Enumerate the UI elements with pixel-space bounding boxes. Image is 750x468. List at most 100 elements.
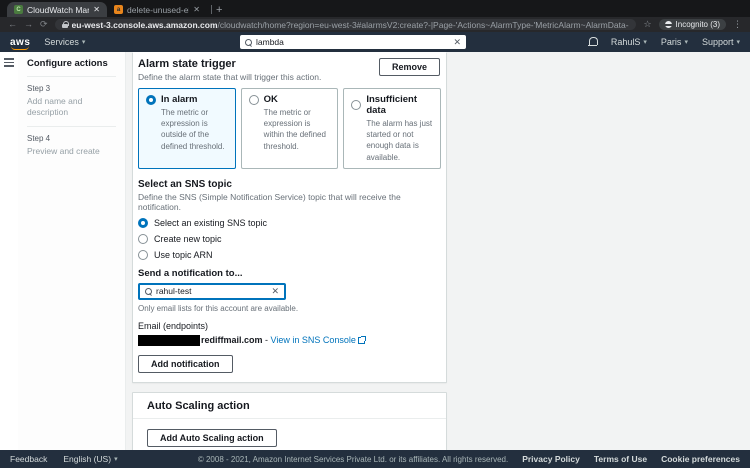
terms-of-use-link[interactable]: Terms of Use [594,454,647,464]
main-content: Remove Alarm state trigger Define the al… [132,52,447,450]
cookie-preferences-link[interactable]: Cookie preferences [661,454,740,464]
state-desc: The metric or expression is within the d… [264,107,331,152]
remove-button[interactable]: Remove [379,58,440,76]
page-body: Configure actions Step 3 Add name and de… [0,52,750,450]
radio-label: Use topic ARN [154,250,213,260]
state-option-in-alarm[interactable]: In alarm The metric or expression is out… [138,88,236,169]
region-label: Paris [661,37,682,47]
address-bar[interactable]: eu-west-3.console.aws.amazon.com/cloudwa… [55,19,637,30]
sns-topic-search-input[interactable] [156,286,267,296]
services-label: Services [44,37,79,47]
tab-title: delete-unused-ebs-volumes - [127,5,189,15]
left-rail [0,52,18,450]
navbar-search[interactable]: ✕ [240,35,466,49]
close-tab-icon[interactable]: ✕ [93,6,100,14]
reload-icon[interactable]: ⟳ [40,20,48,29]
back-icon[interactable]: ← [8,20,17,29]
state-title: OK [264,94,278,105]
account-label: RahulS [611,37,641,47]
step-number: Step 4 [27,134,116,143]
console-footer: Feedback English (US) © 2008 - 2021, Ama… [0,450,750,468]
add-auto-scaling-action-button[interactable]: Add Auto Scaling action [147,429,277,447]
browser-actions: ☆ Incognito (3) ⋮ [643,19,742,30]
state-option-ok[interactable]: OK The metric or expression is within th… [241,88,339,169]
auto-scaling-title: Auto Scaling action [147,400,250,412]
wizard-current-step-title: Configure actions [27,58,116,69]
state-title: Insufficient data [366,94,433,116]
support-label: Support [702,37,734,47]
privacy-policy-link[interactable]: Privacy Policy [522,454,580,464]
notification-card: Remove Alarm state trigger Define the al… [132,52,447,383]
navbar-search-input[interactable] [256,37,449,47]
aws-logo[interactable]: aws [10,37,30,48]
incognito-label: Incognito (3) [676,20,720,29]
radio-label: Create new topic [154,234,222,244]
clear-search-icon[interactable]: ✕ [453,38,461,47]
support-menu[interactable]: Support [702,37,740,47]
sidebar-item-add-name[interactable]: Add name and description [27,96,116,119]
view-sns-console-link[interactable]: View in SNS Console [271,335,356,345]
radio-selected-icon [138,218,148,228]
forward-icon[interactable]: → [24,20,33,29]
search-icon [145,288,152,295]
redacted-email [138,335,200,346]
language-label: English (US) [63,454,111,464]
aws-navbar: aws Services ✕ RahulS Paris Support [0,32,750,52]
browser-url-row: ← → ⟳ eu-west-3.console.aws.amazon.com/c… [0,17,750,32]
separator: - [263,335,271,345]
incognito-badge: Incognito (3) [659,19,726,30]
incognito-icon [665,21,672,28]
account-menu[interactable]: RahulS [611,37,647,47]
browser-tab-strip: C CloudWatch Management Con ✕ a delete-u… [0,0,750,17]
notifications-bell-icon[interactable] [588,37,597,47]
services-menu[interactable]: Services [44,37,85,47]
radio-create-new-topic[interactable]: Create new topic [138,234,441,244]
state-option-insufficient-data[interactable]: Insufficient data The alarm has just sta… [343,88,441,169]
copyright-text: © 2008 - 2021, Amazon Internet Services … [198,455,508,464]
bookmark-star-icon[interactable]: ☆ [643,19,651,30]
browser-tab-lambda[interactable]: a delete-unused-ebs-volumes - ✕ [107,2,207,17]
browser-tab-cloudwatch[interactable]: C CloudWatch Management Con ✕ [7,2,107,17]
clear-topic-icon[interactable]: ✕ [271,287,279,296]
feedback-link[interactable]: Feedback [10,454,47,464]
browser-menu-icon[interactable]: ⋮ [733,19,742,30]
auto-scaling-card: Auto Scaling action Add Auto Scaling act… [132,392,447,450]
radio-icon [138,250,148,260]
secure-lock-icon [62,21,68,28]
new-tab-button[interactable]: + [216,4,222,16]
tab-divider [211,5,212,14]
state-title: In alarm [161,94,197,105]
page-url: eu-west-3.console.aws.amazon.com/cloudwa… [72,20,630,30]
sns-topic-search[interactable]: ✕ [138,283,286,300]
email-endpoint-row: rediffmail.com - View in SNS Console [138,335,441,346]
step-number: Step 3 [27,84,116,93]
radio-label: Select an existing SNS topic [154,218,267,228]
sns-topic-title: Select an SNS topic [138,179,441,190]
search-icon [245,39,252,46]
sns-topic-desc: Define the SNS (Simple Notification Serv… [138,192,441,212]
radio-existing-sns-topic[interactable]: Select an existing SNS topic [138,218,441,228]
region-menu[interactable]: Paris [661,37,688,47]
topic-help-text: Only email lists for this account are av… [138,304,441,313]
url-host: eu-west-3.console.aws.amazon.com [72,20,218,30]
email-domain: rediffmail.com [201,335,263,345]
add-notification-button[interactable]: Add notification [138,355,233,373]
cloudwatch-favicon-icon: C [14,5,23,14]
url-path: /cloudwatch/home?region=eu-west-3#alarms… [218,20,630,30]
radio-use-topic-arn[interactable]: Use topic ARN [138,250,441,260]
state-desc: The metric or expression is outside of t… [161,107,228,152]
wizard-sidebar: Configure actions Step 3 Add name and de… [18,52,126,450]
sidebar-item-preview-create[interactable]: Preview and create [27,146,116,157]
radio-selected-icon [146,95,156,105]
alarm-state-options: In alarm The metric or expression is out… [138,88,441,169]
notification-to-label: Send a notification to... [138,268,441,279]
close-tab-icon[interactable]: ✕ [193,6,200,14]
language-selector[interactable]: English (US) [63,454,117,464]
radio-icon [138,234,148,244]
state-desc: The alarm has just started or not enough… [366,118,433,163]
hamburger-menu-icon[interactable] [4,58,14,67]
tab-title: CloudWatch Management Con [27,5,89,15]
external-link-icon [358,337,365,344]
radio-icon [351,100,361,110]
email-endpoints-label: Email (endpoints) [138,321,441,331]
